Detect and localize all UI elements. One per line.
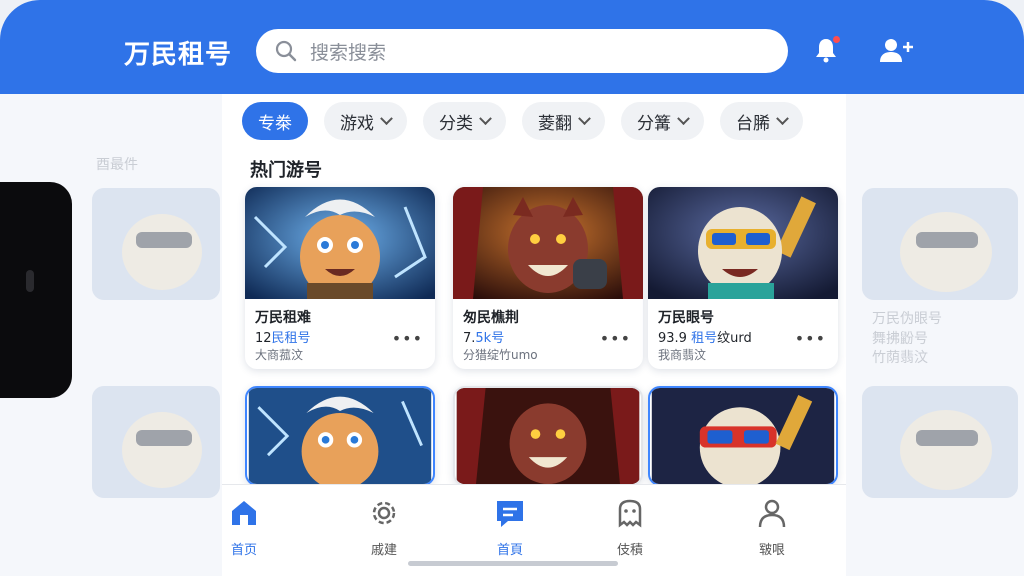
chip-label: 分篝	[637, 113, 671, 134]
card-title: 万民租难	[255, 310, 311, 326]
bottom-tab-bar: 首页 戚建 首頁 伎積 皲哏	[222, 484, 846, 576]
app-title: 万民租号	[124, 40, 233, 70]
left-device-edge	[0, 182, 72, 398]
more-options-icon[interactable]: •••	[392, 329, 423, 348]
filter-chip-5[interactable]: 台脪	[720, 102, 803, 140]
card-thumbnail	[648, 187, 838, 299]
card-subtitle: 大商菰汶	[255, 348, 304, 362]
card-title: 万民眼号	[658, 310, 714, 326]
chevron-down-icon	[380, 111, 393, 125]
tab-settings[interactable]: 戚建	[349, 497, 419, 558]
account-card[interactable]	[648, 386, 838, 486]
tab-discover[interactable]: 伎積	[595, 497, 665, 558]
account-card[interactable]	[245, 386, 435, 486]
filter-chips: 专桊 游戏 分类 菱翻 分篝 台脪	[242, 102, 803, 140]
tab-label: 首页	[230, 543, 257, 558]
message-icon	[497, 501, 523, 527]
card-thumbnail	[650, 388, 836, 484]
tab-home[interactable]: 首页	[209, 497, 279, 558]
search-icon	[275, 40, 297, 62]
tab-profile[interactable]: 皲哏	[737, 497, 807, 558]
account-card[interactable]	[453, 386, 643, 486]
top-header: 万民租号 搜索搜索	[0, 0, 1024, 94]
ghost-card-thumb	[862, 188, 1018, 300]
chip-label: 游戏	[340, 113, 374, 134]
more-options-icon[interactable]: •••	[600, 329, 631, 348]
account-card[interactable]: 匆民樵荆 7.5k号 分猎绽竹umo •••	[453, 187, 643, 369]
tab-label: 首頁	[496, 543, 523, 558]
right-background-panel: 万民伪眼号 舞拂鼢号 竹荫翡汶	[846, 94, 1024, 576]
search-placeholder: 搜索搜索	[310, 41, 387, 64]
card-title: 匆民樵荆	[463, 310, 519, 326]
filter-chip-3[interactable]: 菱翻	[522, 102, 605, 140]
notification-bell-icon[interactable]	[812, 36, 840, 64]
chip-label: 专桊	[258, 113, 292, 134]
card-meta: 7.5k号	[463, 331, 505, 346]
tab-label: 伎積	[616, 543, 643, 558]
filter-chip-category[interactable]: 分类	[423, 102, 506, 140]
card-subtitle: 分猎绽竹umo	[463, 348, 538, 362]
chip-label: 菱翻	[538, 113, 572, 134]
more-options-icon[interactable]: •••	[795, 329, 826, 348]
card-thumbnail	[247, 388, 433, 484]
gear-icon	[372, 501, 396, 525]
card-subtitle: 我商翡汶	[658, 348, 707, 362]
chevron-down-icon	[677, 111, 690, 125]
chip-label: 分类	[439, 113, 473, 134]
account-card[interactable]: 万民眼号 93.9 租号纹urd 我商翡汶 •••	[648, 187, 838, 369]
ghost-card-title: 万民伪眼号	[872, 311, 942, 327]
chip-label: 台脪	[736, 113, 770, 134]
tab-label: 皲哏	[758, 543, 785, 558]
ghost-card-thumb	[92, 188, 220, 300]
notification-badge	[833, 36, 840, 43]
tab-messages[interactable]: 首頁	[475, 497, 545, 558]
chevron-down-icon	[776, 111, 789, 125]
section-title: 热门游号	[250, 160, 322, 181]
chevron-down-icon	[578, 111, 591, 125]
card-thumbnail	[455, 388, 641, 484]
ghost-card-sub: 竹荫翡汶	[872, 350, 928, 366]
card-thumbnail	[453, 187, 643, 299]
filter-chip-featured[interactable]: 专桊	[242, 102, 308, 140]
card-meta: 12民租号	[255, 331, 311, 346]
account-card[interactable]: 万民租难 12民租号 大商菰汶 •••	[245, 187, 435, 369]
ghost-icon	[618, 499, 642, 528]
user-icon	[758, 499, 786, 528]
ghost-card-meta: 舞拂鼢号	[872, 331, 928, 347]
search-bar[interactable]: 搜索搜索	[256, 29, 788, 73]
card-thumbnail	[245, 187, 435, 299]
ghost-section-label: 酉最件	[96, 157, 138, 173]
device-button	[26, 270, 34, 292]
home-indicator[interactable]	[408, 561, 618, 566]
filter-chip-4[interactable]: 分篝	[621, 102, 704, 140]
ghost-card-thumb	[862, 386, 1018, 498]
filter-chip-games[interactable]: 游戏	[324, 102, 407, 140]
tab-label: 戚建	[370, 543, 397, 558]
card-meta: 93.9 租号纹urd	[658, 331, 752, 346]
ghost-card-thumb	[92, 386, 220, 498]
chevron-down-icon	[479, 111, 492, 125]
home-icon	[232, 501, 256, 525]
add-user-icon[interactable]	[878, 36, 914, 64]
